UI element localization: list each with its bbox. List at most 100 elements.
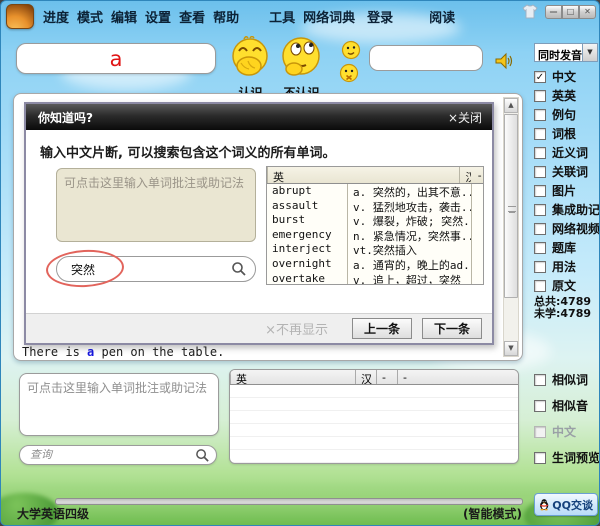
- checkbox-icon[interactable]: [534, 400, 546, 412]
- dialog-search-box[interactable]: [56, 256, 256, 282]
- checkbox-icon[interactable]: [534, 452, 546, 464]
- display-option[interactable]: 关联词: [534, 165, 600, 178]
- menu-item[interactable]: 模式: [77, 7, 103, 26]
- table-row[interactable]: overtake v. 追上，超过，突然: [267, 272, 483, 285]
- checkbox-icon[interactable]: [534, 147, 546, 159]
- word-counts: 总共:4789 未学:4789: [534, 296, 591, 320]
- word-en: abrupt: [267, 184, 347, 199]
- word-en: emergency: [267, 228, 347, 243]
- search-icon[interactable]: [231, 261, 247, 277]
- quiet-smiley-icon[interactable]: [338, 63, 360, 88]
- checkbox-icon[interactable]: [534, 90, 546, 102]
- dialog-note-input[interactable]: [56, 168, 256, 242]
- display-option[interactable]: 题库: [534, 241, 600, 254]
- table-row[interactable]: assault v. 猛烈地攻击，袭击...: [267, 199, 483, 214]
- table-row[interactable]: abrupt a. 突然的，出其不意...: [267, 184, 483, 199]
- mode-label: (智能模式): [463, 505, 522, 522]
- extra-option[interactable]: 相似音: [534, 399, 600, 412]
- display-option[interactable]: 例句: [534, 108, 600, 121]
- display-option[interactable]: 英英: [534, 89, 600, 102]
- tip-dialog: 你知道吗? ×关闭 输入中文片断, 可以搜索包含这个词义的所有单词。 英汉-: [24, 102, 494, 345]
- display-option[interactable]: 中文: [534, 70, 600, 83]
- checkbox-icon[interactable]: [534, 128, 546, 140]
- voice-mode-select[interactable]: 同时发音 ▼: [534, 43, 598, 62]
- menu-item[interactable]: 登录: [367, 7, 393, 26]
- display-option[interactable]: 近义词: [534, 146, 600, 159]
- checkbox-icon[interactable]: [534, 280, 546, 292]
- extra-option[interactable]: 中文: [534, 425, 600, 438]
- checkbox-icon[interactable]: [534, 374, 546, 386]
- empty-row: [230, 411, 518, 424]
- menu-item[interactable]: 查看: [179, 7, 205, 26]
- column-header: 汉: [355, 370, 376, 384]
- hint-smiley-icon[interactable]: [340, 40, 362, 64]
- extra-option[interactable]: 生词预览: [534, 451, 600, 464]
- option-label: 用法: [552, 258, 576, 275]
- query-input[interactable]: [30, 449, 195, 461]
- menu-item[interactable]: 网络词典: [303, 7, 355, 26]
- checkbox-icon[interactable]: [534, 71, 546, 83]
- query-search-box[interactable]: [19, 445, 217, 465]
- checkbox-icon[interactable]: [534, 223, 546, 235]
- dialog-search-input[interactable]: [71, 262, 231, 276]
- menu-item[interactable]: 工具: [269, 7, 295, 26]
- table-row[interactable]: interject vt.突然插入: [267, 242, 483, 257]
- option-label: 图片: [552, 182, 576, 199]
- search-icon[interactable]: [195, 448, 210, 463]
- dont-know-button[interactable]: 不认识: [278, 35, 325, 101]
- column-header: -: [376, 370, 397, 384]
- scrollbar-thumb[interactable]: [504, 114, 518, 298]
- word-zh: a. 突然的，出其不意...: [347, 184, 471, 199]
- close-button[interactable]: ✕: [579, 5, 596, 19]
- menu-item[interactable]: 设置: [145, 7, 171, 26]
- minimize-button[interactable]: —: [545, 5, 562, 19]
- prev-button[interactable]: 上一条: [352, 318, 412, 339]
- vertical-scrollbar[interactable]: ▲ ▼: [503, 97, 519, 357]
- option-label: 中文: [552, 423, 576, 440]
- example-sentence: There is a pen on the table.: [22, 345, 224, 359]
- table-row[interactable]: emergency n. 紧急情况，突然事...: [267, 228, 483, 243]
- dont-show-again[interactable]: ×不再显示: [265, 319, 328, 338]
- note-input[interactable]: [19, 373, 219, 436]
- menu-item[interactable]: 编辑: [111, 7, 137, 26]
- restore-button[interactable]: □: [562, 5, 579, 19]
- speaker-icon[interactable]: [493, 50, 515, 72]
- qq-chat-button[interactable]: QQ交谈: [534, 493, 598, 516]
- checkbox-icon[interactable]: [534, 426, 546, 438]
- display-option[interactable]: 网络视频: [534, 222, 600, 235]
- current-word: a: [110, 47, 123, 71]
- menu-item[interactable]: 进度: [43, 7, 69, 26]
- display-option[interactable]: 用法: [534, 260, 600, 273]
- table-row[interactable]: burst v. 爆裂，炸破; 突然...: [267, 213, 483, 228]
- option-label: 例句: [552, 106, 576, 123]
- checkbox-icon[interactable]: [534, 204, 546, 216]
- option-label: 关联词: [552, 163, 588, 180]
- checkbox-icon[interactable]: [534, 242, 546, 254]
- skin-icon[interactable]: [521, 4, 541, 20]
- checkbox-icon[interactable]: [534, 109, 546, 121]
- scroll-down-icon[interactable]: ▼: [504, 341, 518, 356]
- spell-input[interactable]: [369, 45, 483, 71]
- checkbox-icon[interactable]: [534, 261, 546, 273]
- menu-bar: 进度模式编辑设置查看帮助 工具网络词典登录 阅读: [43, 1, 455, 31]
- checkbox-icon[interactable]: [534, 166, 546, 178]
- extra-options: 相似词 相似音 中文 生词预览: [534, 373, 600, 477]
- table-row[interactable]: overnight a. 通宵的，晚上的ad...: [267, 257, 483, 272]
- know-button[interactable]: 认识: [227, 36, 274, 101]
- scroll-up-icon[interactable]: ▲: [504, 98, 518, 113]
- tip-dialog-close[interactable]: ×关闭: [448, 109, 482, 126]
- display-option[interactable]: 图片: [534, 184, 600, 197]
- display-option[interactable]: 原文: [534, 279, 600, 292]
- next-button[interactable]: 下一条: [422, 318, 482, 339]
- current-word-box[interactable]: a: [16, 43, 216, 74]
- qq-penguin-icon: [539, 496, 549, 513]
- display-option[interactable]: 集成助记: [534, 203, 600, 216]
- empty-row: [230, 450, 518, 463]
- display-option[interactable]: 词根: [534, 127, 600, 140]
- extra-option[interactable]: 相似词: [534, 373, 600, 386]
- menu-item[interactable]: 帮助: [213, 7, 239, 26]
- menu-item[interactable]: 阅读: [429, 7, 455, 26]
- empty-row: [230, 437, 518, 450]
- checkbox-icon[interactable]: [534, 185, 546, 197]
- chevron-down-icon[interactable]: ▼: [582, 44, 597, 61]
